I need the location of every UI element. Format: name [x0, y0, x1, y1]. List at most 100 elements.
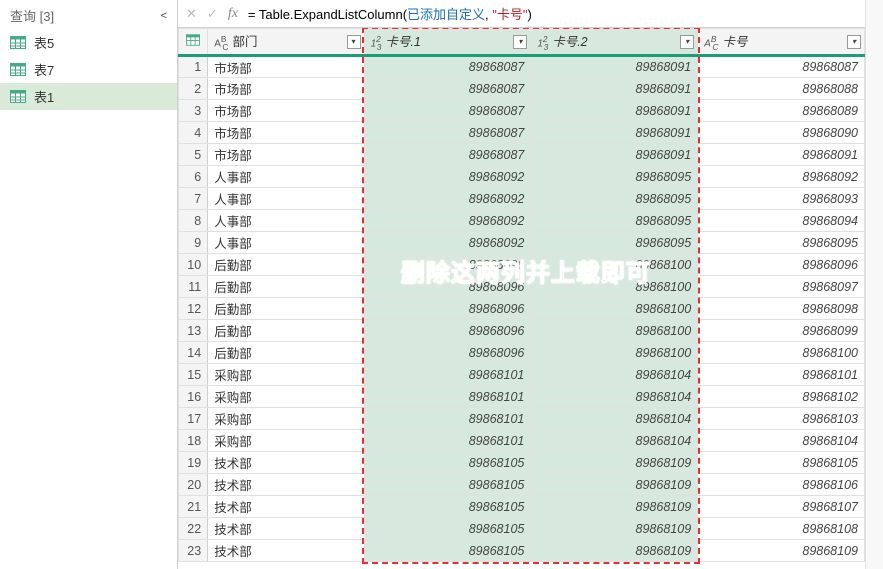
cell[interactable]: 89868088 — [698, 78, 865, 100]
cell[interactable]: 89868092 — [364, 232, 531, 254]
cell[interactable]: 89868100 — [531, 342, 698, 364]
column-filter-dropdown[interactable]: ▾ — [513, 35, 527, 49]
cell[interactable]: 89868104 — [531, 430, 698, 452]
cell[interactable]: 89868105 — [364, 496, 531, 518]
row-number[interactable]: 16 — [179, 386, 208, 408]
cell[interactable]: 89868101 — [364, 430, 531, 452]
table-row[interactable]: 15采购部898681018986810489868101 — [179, 364, 865, 386]
cell[interactable]: 技术部 — [208, 474, 364, 496]
cell[interactable]: 89868101 — [364, 386, 531, 408]
table-row[interactable]: 13后勤部898680968986810089868099 — [179, 320, 865, 342]
cell[interactable]: 89868092 — [364, 210, 531, 232]
row-number[interactable]: 22 — [179, 518, 208, 540]
cell[interactable]: 89868100 — [698, 342, 865, 364]
table-row[interactable]: 23技术部898681058986810989868109 — [179, 540, 865, 562]
cell[interactable]: 市场部 — [208, 78, 364, 100]
row-number[interactable]: 7 — [179, 188, 208, 210]
row-number[interactable]: 19 — [179, 452, 208, 474]
table-row[interactable]: 10后勤部898680968986810089868096 — [179, 254, 865, 276]
cell[interactable]: 89868091 — [531, 78, 698, 100]
table-row[interactable]: 18采购部898681018986810489868104 — [179, 430, 865, 452]
table-row[interactable]: 11后勤部898680968986810089868097 — [179, 276, 865, 298]
cell[interactable]: 后勤部 — [208, 254, 364, 276]
table-row[interactable]: 20技术部898681058986810989868106 — [179, 474, 865, 496]
row-number[interactable]: 14 — [179, 342, 208, 364]
column-header[interactable]: ABC部门▾ — [208, 29, 364, 56]
cell[interactable]: 后勤部 — [208, 320, 364, 342]
cell[interactable]: 89868104 — [531, 386, 698, 408]
cell[interactable]: 89868105 — [364, 518, 531, 540]
row-number[interactable]: 21 — [179, 496, 208, 518]
query-item[interactable]: 表7 — [0, 56, 177, 83]
cell[interactable]: 89868109 — [531, 540, 698, 562]
cell[interactable]: 技术部 — [208, 540, 364, 562]
cell[interactable]: 人事部 — [208, 210, 364, 232]
table-row[interactable]: 19技术部898681058986810989868105 — [179, 452, 865, 474]
fx-icon[interactable]: fx — [228, 6, 238, 22]
cell[interactable]: 采购部 — [208, 408, 364, 430]
row-number[interactable]: 5 — [179, 144, 208, 166]
cell[interactable]: 89868091 — [531, 56, 698, 78]
cell[interactable]: 89868095 — [698, 232, 865, 254]
query-item[interactable]: 表1 — [0, 83, 177, 110]
cell[interactable]: 89868100 — [531, 254, 698, 276]
row-number[interactable]: 12 — [179, 298, 208, 320]
cell[interactable]: 89868093 — [698, 188, 865, 210]
cell[interactable]: 89868091 — [531, 122, 698, 144]
cell[interactable]: 89868087 — [364, 78, 531, 100]
table-row[interactable]: 21技术部898681058986810989868107 — [179, 496, 865, 518]
cell[interactable]: 89868109 — [531, 496, 698, 518]
cell[interactable]: 89868087 — [364, 56, 531, 78]
cell[interactable]: 89868100 — [531, 276, 698, 298]
row-number[interactable]: 17 — [179, 408, 208, 430]
datatype-icon[interactable]: ABC — [214, 34, 228, 51]
cell[interactable]: 技术部 — [208, 496, 364, 518]
cell[interactable]: 采购部 — [208, 386, 364, 408]
table-row[interactable]: 7人事部898680928986809589868093 — [179, 188, 865, 210]
formula-input[interactable]: = Table.ExpandListColumn(已添加自定义, "卡号") — [248, 4, 532, 23]
cell[interactable]: 人事部 — [208, 166, 364, 188]
cell[interactable]: 89868097 — [698, 276, 865, 298]
table-row[interactable]: 2市场部898680878986809189868088 — [179, 78, 865, 100]
cell[interactable]: 89868105 — [364, 540, 531, 562]
cell[interactable]: 89868096 — [364, 254, 531, 276]
cell[interactable]: 89868100 — [531, 298, 698, 320]
cell[interactable]: 89868104 — [531, 408, 698, 430]
cell[interactable]: 89868100 — [531, 320, 698, 342]
cell[interactable]: 89868091 — [531, 144, 698, 166]
cell[interactable]: 89868087 — [364, 100, 531, 122]
row-number[interactable]: 6 — [179, 166, 208, 188]
table-row[interactable]: 4市场部898680878986809189868090 — [179, 122, 865, 144]
row-number[interactable]: 2 — [179, 78, 208, 100]
cell[interactable]: 89868087 — [364, 144, 531, 166]
cell[interactable]: 89868105 — [698, 452, 865, 474]
table-row[interactable]: 14后勤部898680968986810089868100 — [179, 342, 865, 364]
cell[interactable]: 89868101 — [364, 364, 531, 386]
cell[interactable]: 89868109 — [531, 474, 698, 496]
cell[interactable]: 89868090 — [698, 122, 865, 144]
formula-cancel-icon[interactable]: ✕ — [186, 6, 197, 22]
table-row[interactable]: 3市场部898680878986809189868089 — [179, 100, 865, 122]
table-row[interactable]: 1市场部898680878986809189868087 — [179, 56, 865, 78]
cell[interactable]: 89868103 — [698, 408, 865, 430]
cell[interactable]: 89868104 — [531, 364, 698, 386]
table-row[interactable]: 9人事部898680928986809589868095 — [179, 232, 865, 254]
query-item[interactable]: 表5 — [0, 29, 177, 56]
row-number[interactable]: 13 — [179, 320, 208, 342]
row-number[interactable]: 23 — [179, 540, 208, 562]
cell[interactable]: 89868087 — [698, 56, 865, 78]
row-number[interactable]: 20 — [179, 474, 208, 496]
cell[interactable]: 89868091 — [531, 100, 698, 122]
cell[interactable]: 89868092 — [364, 188, 531, 210]
row-number[interactable]: 18 — [179, 430, 208, 452]
column-header[interactable]: 123卡号.2▾ — [531, 29, 698, 56]
cell[interactable]: 89868108 — [698, 518, 865, 540]
row-number[interactable]: 11 — [179, 276, 208, 298]
sidebar-collapse-button[interactable]: < — [161, 10, 167, 22]
cell[interactable]: 89868102 — [698, 386, 865, 408]
cell[interactable]: 89868109 — [531, 452, 698, 474]
cell[interactable]: 89868095 — [531, 188, 698, 210]
cell[interactable]: 89868105 — [364, 474, 531, 496]
table-row[interactable]: 6人事部898680928986809589868092 — [179, 166, 865, 188]
cell[interactable]: 后勤部 — [208, 342, 364, 364]
